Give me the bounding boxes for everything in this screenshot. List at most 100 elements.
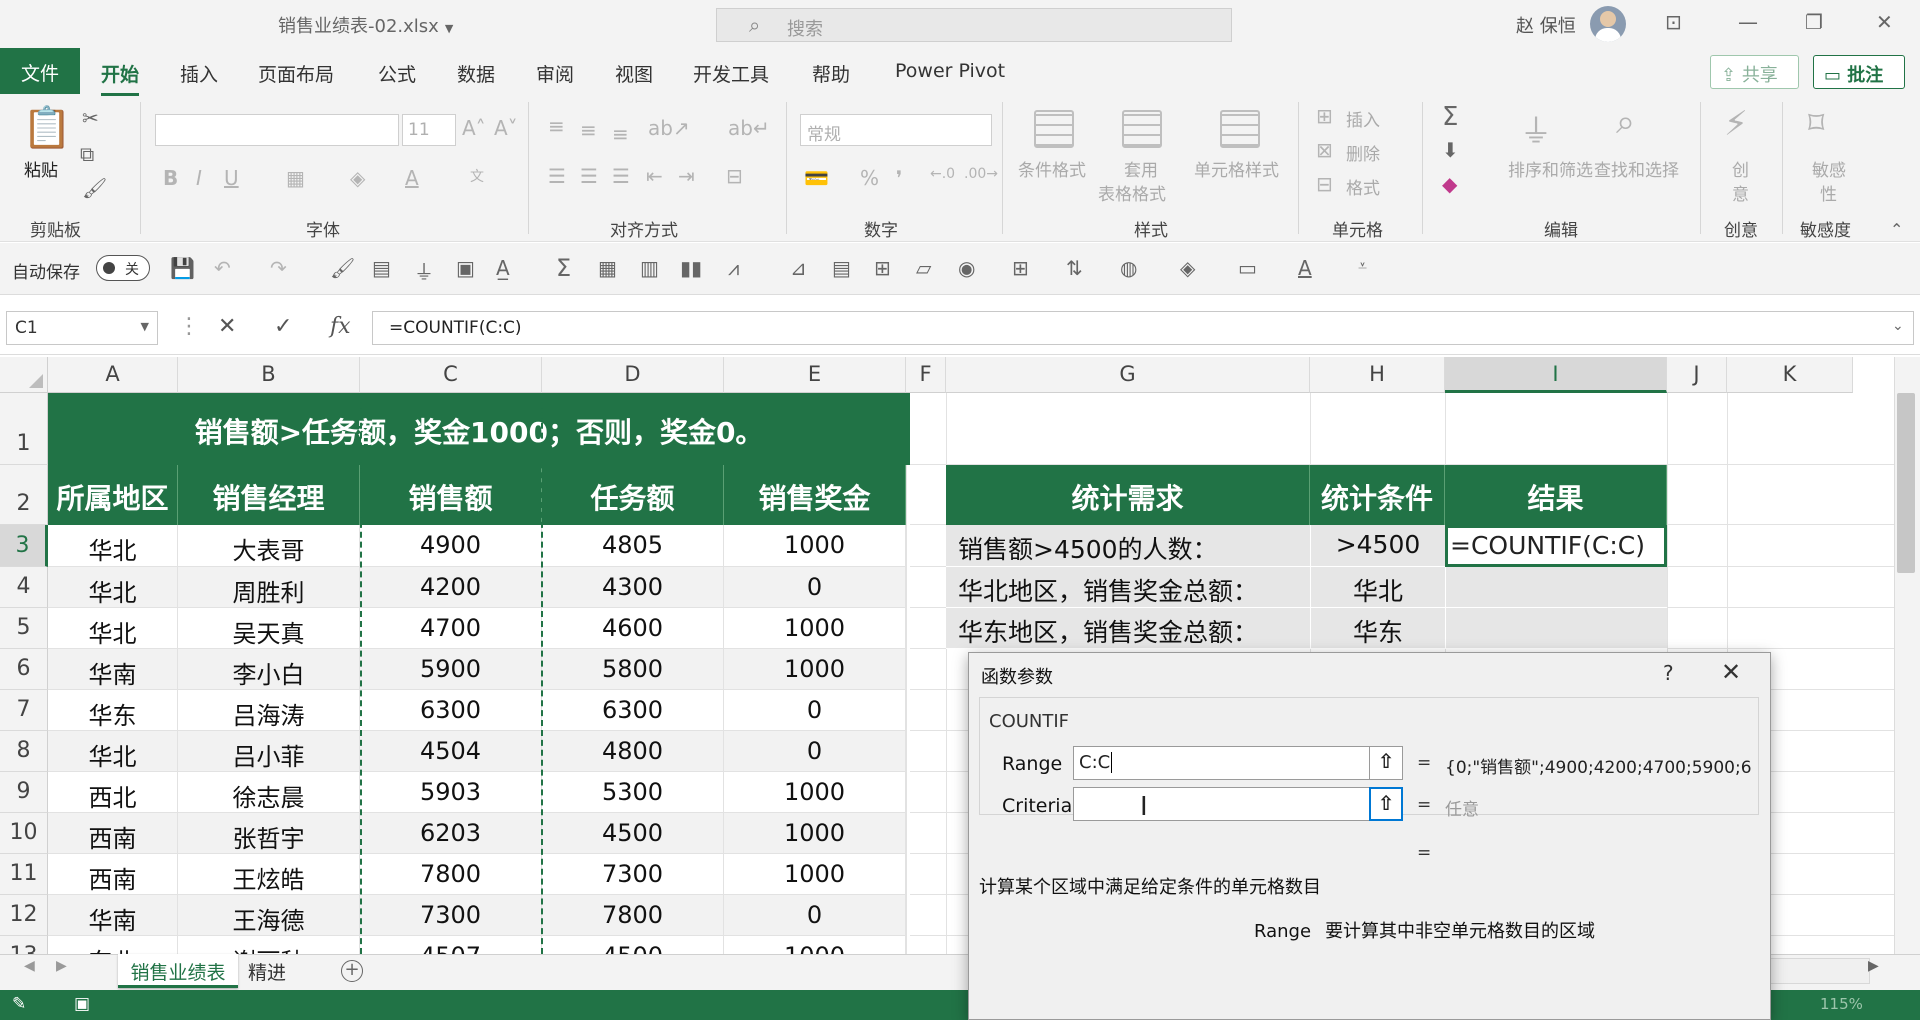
cancel-icon[interactable]: ✕ — [218, 314, 236, 339]
collapse-range-icon[interactable]: ⇧ — [1369, 746, 1403, 780]
table-cell[interactable]: 1000 — [724, 649, 906, 690]
column-header[interactable]: B — [178, 357, 360, 393]
column-header[interactable]: C — [360, 357, 542, 393]
phonetic-icon[interactable]: 文 — [470, 166, 484, 186]
increase-indent-icon[interactable]: ⇥ — [678, 164, 695, 188]
table-cell[interactable]: 华北 — [48, 731, 178, 772]
close-icon[interactable]: ✕ — [1721, 658, 1741, 686]
autosave-toggle[interactable]: 关 — [96, 255, 150, 281]
table-header-cell[interactable]: 销售奖金 — [724, 465, 906, 525]
table-cell[interactable]: 6300 — [542, 690, 724, 731]
restore-icon[interactable]: ❐ — [1805, 10, 1823, 34]
save-icon[interactable]: 💾 — [170, 256, 195, 280]
table-cell[interactable]: 5903 — [360, 772, 542, 813]
bar-chart-qat-icon[interactable]: ▮▮ — [680, 256, 702, 280]
formula-input[interactable]: =COUNTIF(C:C) — [372, 311, 1914, 345]
file-name[interactable]: 销售业绩表-02.xlsx ▼ — [278, 12, 453, 38]
column-header[interactable]: A — [48, 357, 178, 393]
row-header[interactable]: 11 — [0, 854, 48, 895]
table-cell[interactable]: 东北 — [48, 936, 178, 954]
ribbon-display-icon[interactable]: ⊡ — [1665, 10, 1682, 34]
font-family-select[interactable] — [155, 114, 399, 146]
textbox-qat-icon[interactable]: A̲ — [496, 256, 510, 280]
table-cell[interactable]: 7300 — [360, 895, 542, 936]
align-right-icon[interactable]: ☰ — [612, 164, 630, 188]
table-cell[interactable]: 张哲宇 — [178, 813, 360, 854]
row-header[interactable]: 10 — [0, 813, 48, 854]
row-header[interactable]: 6 — [0, 649, 48, 690]
autosum-icon[interactable]: Σ — [1442, 102, 1458, 132]
comma-icon[interactable]: ❜ — [896, 166, 902, 190]
pivot-qat-icon[interactable]: ▥ — [640, 256, 659, 280]
form-qat-icon[interactable]: ▤ — [832, 256, 851, 280]
align-bottom-icon[interactable]: ≡ — [612, 122, 629, 146]
stats-result-cell[interactable] — [1445, 567, 1667, 608]
fill-icon[interactable]: ⬇ — [1442, 138, 1459, 162]
wrap-text-icon[interactable]: ab↵ — [728, 116, 770, 140]
scroll-right-icon[interactable]: ▶ — [1868, 958, 1879, 974]
orientation-icon[interactable]: ab↗ — [648, 116, 690, 140]
table-cell[interactable]: 吴天真 — [178, 608, 360, 649]
table-cell[interactable]: 4600 — [542, 608, 724, 649]
merge-center-icon[interactable]: ⊟ — [726, 164, 743, 188]
stats-header-cell[interactable]: 结果 — [1445, 465, 1667, 525]
row-header[interactable]: 7 — [0, 690, 48, 731]
paste-icon[interactable]: 📋 — [22, 104, 72, 151]
table2-qat-icon[interactable]: ⊞ — [1012, 256, 1029, 280]
table-cell[interactable]: 6300 — [360, 690, 542, 731]
row-header[interactable]: 5 — [0, 608, 48, 649]
number-format-select[interactable]: 常规 — [800, 114, 992, 146]
tab-power-pivot[interactable]: Power Pivot — [895, 60, 1005, 82]
search-box[interactable]: ⌕ 搜索 — [716, 8, 1232, 42]
table-cell[interactable]: 5300 — [542, 772, 724, 813]
row-header[interactable]: 4 — [0, 567, 48, 608]
table-cell[interactable]: 华南 — [48, 895, 178, 936]
creativity-text-1[interactable]: 创 — [1732, 156, 1749, 181]
stats-result-cell[interactable] — [1445, 608, 1667, 649]
table-cell[interactable]: 李小白 — [178, 649, 360, 690]
sensitivity-text-1[interactable]: 敏感 — [1812, 156, 1846, 181]
tab-home[interactable]: 开始 — [101, 60, 140, 96]
enter-icon[interactable]: ✓ — [274, 314, 292, 339]
column-header[interactable]: H — [1310, 357, 1445, 393]
tab-insert[interactable]: 插入 — [180, 60, 218, 87]
tab-view[interactable]: 视图 — [615, 60, 653, 87]
shape-qat-icon[interactable]: ⊿ — [790, 256, 807, 280]
redo-icon[interactable]: ↷ — [270, 256, 287, 280]
row-header[interactable]: 9 — [0, 772, 48, 813]
sort-filter-icon[interactable]: ⏚ — [1520, 106, 1552, 152]
table-cell[interactable]: 5800 — [542, 649, 724, 690]
table-cell[interactable]: 4700 — [360, 608, 542, 649]
table-cell[interactable]: 华北 — [48, 525, 178, 567]
tab-data[interactable]: 数据 — [457, 60, 495, 87]
table-cell[interactable]: 华北 — [48, 567, 178, 608]
accessibility-icon[interactable]: ▣ — [74, 994, 90, 1014]
share-button[interactable]: ⇪ 共享 — [1710, 55, 1799, 89]
font-size-select[interactable]: 11 — [402, 114, 456, 146]
fill-color-qat-icon[interactable]: ◈ — [1180, 256, 1195, 280]
lightning-icon[interactable]: ⚡ — [1724, 104, 1748, 144]
border-icon[interactable]: ▦ — [286, 166, 305, 190]
chart-qat-icon[interactable]: ▤ — [372, 256, 391, 280]
user-name[interactable]: 赵 保恒 — [1516, 12, 1576, 38]
creativity-text-2[interactable]: 意 — [1732, 180, 1749, 205]
increase-font-icon[interactable]: A˄ — [462, 116, 486, 140]
format-as-table-label-2[interactable]: 表格格式 — [1098, 180, 1166, 205]
table-cell[interactable]: 徐志晨 — [178, 772, 360, 813]
bold-icon[interactable]: B — [163, 166, 178, 190]
row-header[interactable]: 2 — [0, 465, 48, 525]
currency-icon[interactable]: 💳 — [804, 166, 829, 190]
table-header-cell[interactable]: 所属地区 — [48, 465, 178, 525]
paste-label[interactable]: 粘贴 — [24, 156, 58, 181]
insert-function-icon[interactable]: fx — [330, 314, 351, 339]
shapes-qat-icon[interactable]: ◍ — [1120, 256, 1137, 280]
sheet-tab-other[interactable]: 精进 — [248, 954, 286, 988]
copy-icon[interactable]: ⧉ — [80, 142, 94, 166]
row-header[interactable]: 1 — [0, 393, 48, 465]
comment-qat-icon[interactable]: ▱ — [916, 256, 931, 280]
row-header[interactable]: 3 — [0, 525, 48, 567]
find-select-icon[interactable]: ⌕ — [1616, 102, 1635, 142]
table-cell[interactable]: 4800 — [542, 731, 724, 772]
table-header-cell[interactable]: 销售额 — [360, 465, 542, 525]
stats-condition-cell[interactable]: 华东 — [1310, 608, 1445, 649]
